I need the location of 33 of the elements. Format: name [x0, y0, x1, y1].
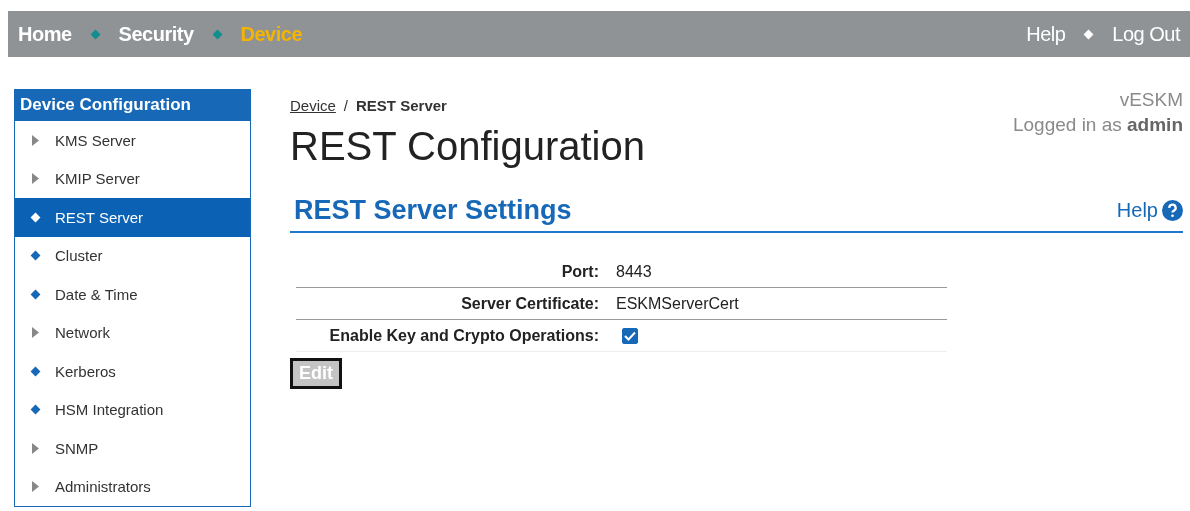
- page-title: REST Configuration: [290, 124, 645, 169]
- triangle-icon: [32, 327, 39, 339]
- setting-value: 8443: [616, 262, 653, 281]
- separator-icon: [90, 29, 101, 39]
- sidebar-item[interactable]: Date & Time: [15, 275, 250, 314]
- sidebar-item[interactable]: SNMP: [15, 429, 250, 468]
- triangle-icon: [32, 481, 39, 493]
- login-status: Logged in as admin: [1012, 114, 1183, 136]
- triangle-icon: [32, 442, 39, 454]
- sidebar-item[interactable]: REST Server: [15, 198, 250, 237]
- setting-value: ESKMServerCert: [616, 294, 740, 313]
- triangle-icon: [32, 134, 39, 146]
- sidebar-item[interactable]: HSM Integration: [15, 390, 250, 429]
- sidebar-item[interactable]: KMS Server: [15, 121, 250, 160]
- sidebar-item[interactable]: KMIP Server: [15, 159, 250, 198]
- sidebar-item[interactable]: Administrators: [15, 467, 250, 506]
- checkbox[interactable]: [622, 327, 638, 344]
- help-link[interactable]: Help: [1116, 199, 1183, 222]
- sidebar-item[interactable]: Network: [15, 313, 250, 352]
- setting-label: Server Certificate:: [460, 294, 600, 313]
- sidebar-item[interactable]: Cluster: [15, 236, 250, 275]
- section-title: REST Server Settings: [294, 195, 572, 226]
- setting-label: Port:: [560, 262, 600, 281]
- breadcrumb-current: REST Server: [356, 97, 447, 116]
- triangle-icon: [32, 173, 39, 185]
- separator-icon: [212, 29, 222, 39]
- sidebar-item[interactable]: Kerberos: [15, 352, 250, 391]
- setting-label: Enable Key and Crypto Operations:: [328, 326, 600, 345]
- appliance-name: vESKM: [1119, 89, 1183, 111]
- help-icon: [1162, 200, 1183, 221]
- breadcrumb-separator: /: [343, 97, 349, 116]
- sidebar-title: Device Configuration: [15, 89, 250, 121]
- separator-icon: [1083, 29, 1094, 39]
